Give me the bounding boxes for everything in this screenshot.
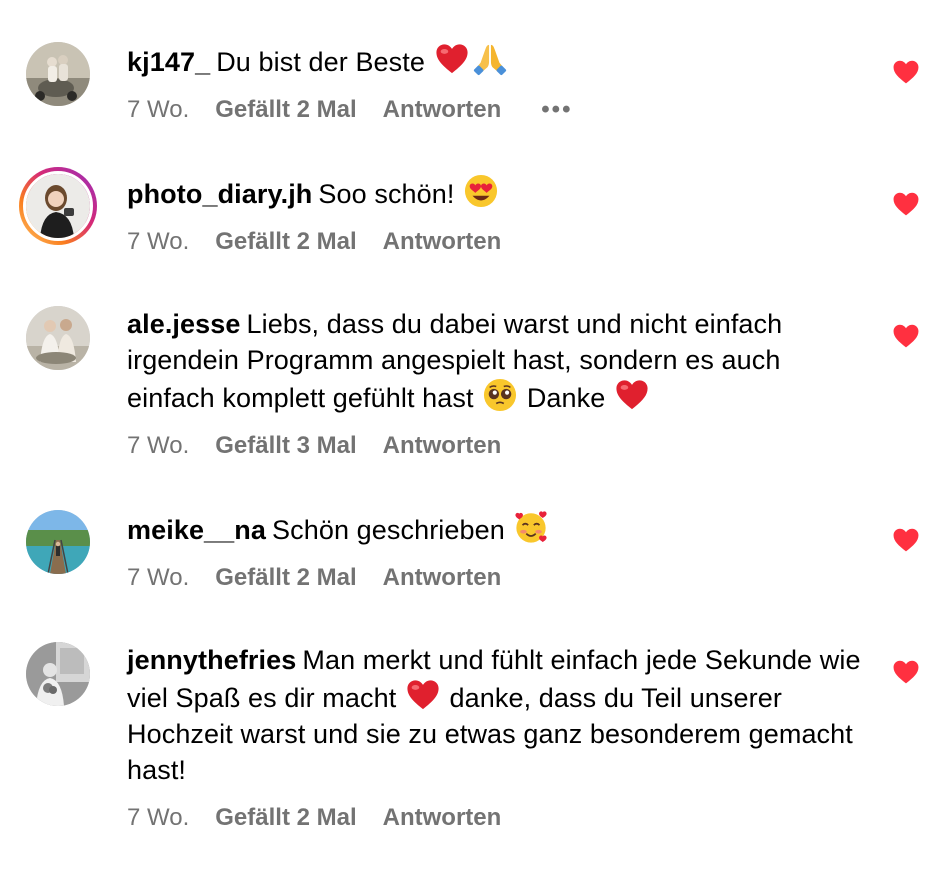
like-heart-icon[interactable] — [893, 660, 919, 684]
likes-count-link[interactable]: Gefällt 2 Mal — [215, 563, 356, 593]
reply-button[interactable]: Antworten — [383, 563, 502, 593]
likes-count-link[interactable]: Gefällt 2 Mal — [215, 95, 356, 125]
comment-time: 7 Wo. — [127, 432, 190, 459]
avatar[interactable] — [26, 510, 90, 574]
comment-time: 7 Wo. — [127, 96, 190, 123]
red-heart-icon — [615, 378, 649, 412]
avatar-photo-icon — [26, 174, 90, 238]
more-options-button[interactable]: ••• — [541, 95, 572, 125]
smiling-face-with-hearts-icon — [514, 510, 548, 544]
comment-text: Soo schön! — [318, 179, 455, 209]
avatar[interactable] — [19, 167, 97, 245]
pleading-face-icon — [483, 378, 517, 412]
comment-username[interactable]: jennythefries — [127, 645, 296, 675]
avatar-photo-icon — [26, 510, 90, 574]
comment-time: 7 Wo. — [127, 804, 190, 831]
avatar-photo-icon — [26, 306, 90, 370]
comment-username[interactable]: photo_diary.jh — [127, 179, 312, 209]
likes-count-link[interactable]: Gefällt 2 Mal — [215, 803, 356, 833]
heart-eyes-icon — [464, 174, 498, 208]
red-heart-icon — [435, 42, 469, 76]
likes-count-link[interactable]: Gefällt 2 Mal — [215, 227, 356, 257]
avatar-photo-icon — [26, 642, 90, 706]
comment-username[interactable]: meike__na — [127, 515, 266, 545]
likes-count-link[interactable]: Gefällt 3 Mal — [215, 431, 356, 461]
comment-text: Schön geschrieben — [272, 515, 505, 545]
like-heart-icon[interactable] — [893, 324, 919, 348]
like-heart-icon[interactable] — [893, 192, 919, 216]
comment-username[interactable]: ale.jesse — [127, 309, 241, 339]
avatar-photo-icon — [26, 42, 90, 106]
comment-time: 7 Wo. — [127, 228, 190, 255]
comments-list: kj147_ Du bist der Beste 7 Wo. Gefällt 2 M… — [0, 0, 940, 892]
like-heart-icon[interactable] — [893, 60, 919, 84]
avatar[interactable] — [26, 642, 90, 706]
comment-text: Du bist der Beste — [216, 47, 425, 77]
folded-hands-icon — [473, 42, 507, 76]
avatar[interactable] — [26, 42, 90, 106]
comment-time: 7 Wo. — [127, 564, 190, 591]
reply-button[interactable]: Antworten — [383, 431, 502, 461]
reply-button[interactable]: Antworten — [383, 95, 502, 125]
reply-button[interactable]: Antworten — [383, 803, 502, 833]
comment-username[interactable]: kj147_ — [127, 47, 210, 77]
reply-button[interactable]: Antworten — [383, 227, 502, 257]
like-heart-icon[interactable] — [893, 528, 919, 552]
avatar[interactable] — [26, 306, 90, 370]
comment-text-continued: Danke — [526, 383, 606, 413]
red-heart-icon — [406, 678, 440, 712]
